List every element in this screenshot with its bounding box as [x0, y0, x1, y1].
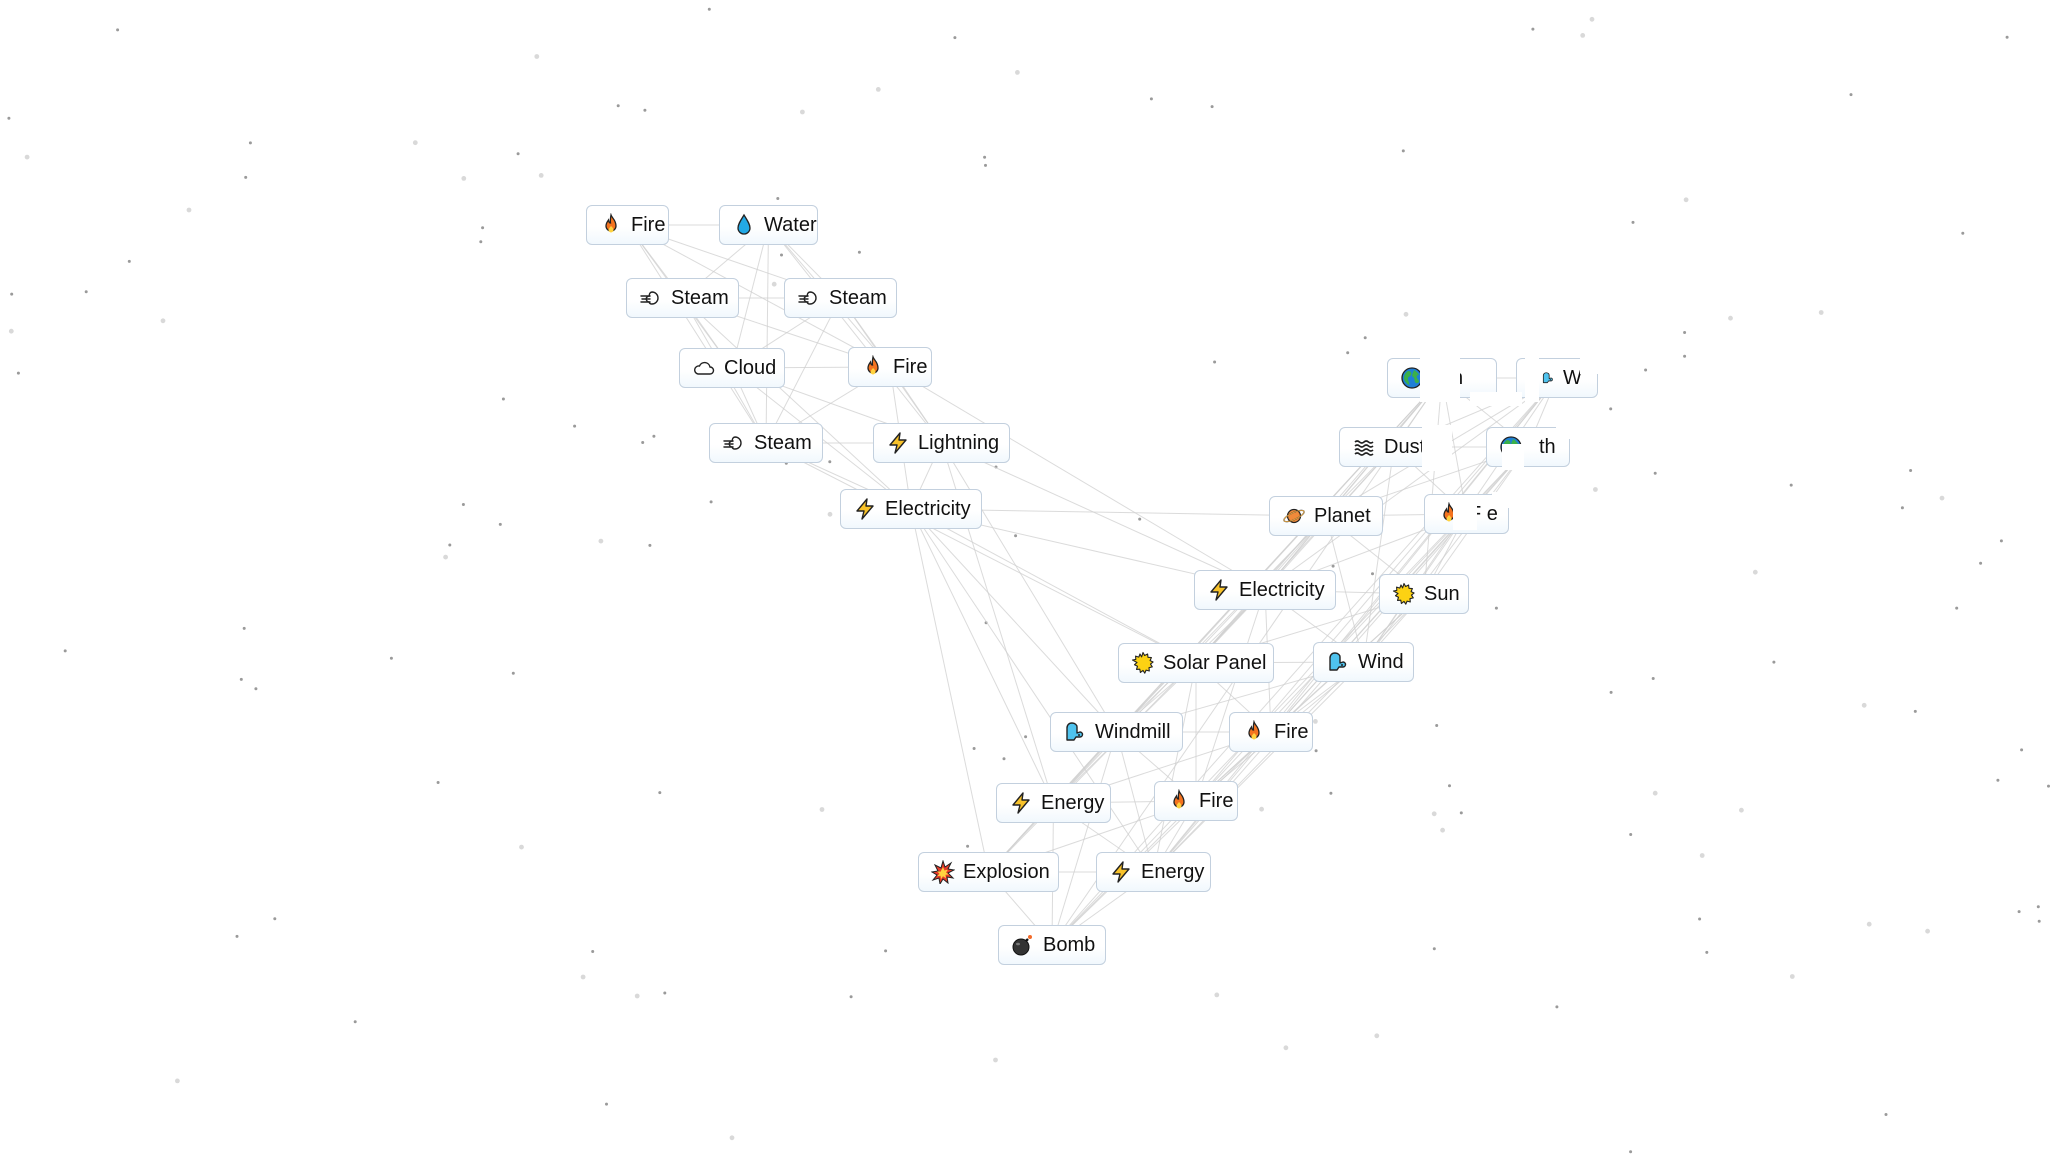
element-wind[interactable]: Wind: [1313, 642, 1414, 682]
lightning-icon: [1207, 578, 1231, 602]
element-label: Solar Panel: [1163, 651, 1267, 674]
element-label: Fire: [893, 355, 928, 378]
connection-line: [1051, 731, 1272, 946]
element-label: Bomb: [1043, 933, 1096, 956]
connection-line: [768, 224, 942, 444]
element-lightning[interactable]: Lightning: [873, 423, 1010, 463]
connection-line: [765, 442, 1197, 664]
connection-line: [910, 508, 989, 873]
connection-line: [910, 508, 1197, 664]
element-fire[interactable]: Fire: [1229, 712, 1313, 752]
connection-line: [682, 297, 912, 510]
element-energy[interactable]: Energy: [1096, 852, 1211, 892]
element-windmill[interactable]: Windmill: [1050, 712, 1183, 752]
steam-icon: [639, 286, 663, 310]
element-planet[interactable]: Planet: [1269, 496, 1383, 536]
element-label: Explosion: [963, 860, 1050, 883]
element-steam[interactable]: Steam: [626, 278, 739, 318]
render-glitch-patch: [1492, 492, 1510, 508]
render-glitch-patch: [1470, 392, 1522, 406]
sun-icon: [1392, 582, 1416, 606]
connection-line: [765, 224, 769, 444]
water-drop-icon: [732, 213, 756, 237]
element-fire[interactable]: Fire: [586, 205, 669, 245]
dust-waves-icon: [1352, 435, 1376, 459]
connection-line: [627, 224, 767, 444]
lightning-icon: [1009, 791, 1033, 815]
lightning-icon: [853, 497, 877, 521]
element-energy[interactable]: Energy: [996, 783, 1111, 823]
element-steam[interactable]: Steam: [784, 278, 897, 318]
element-explosion[interactable]: Explosion: [918, 852, 1059, 892]
render-glitch-patch: [1502, 444, 1524, 470]
cloud-icon: [692, 356, 716, 380]
element-fire[interactable]: Fire: [1154, 781, 1238, 821]
element-label: Energy: [1041, 791, 1105, 814]
element-label: Steam: [754, 431, 812, 454]
connection-lines: [627, 224, 1558, 946]
element-label: Windmill: [1095, 720, 1171, 743]
element-label: Energy: [1141, 860, 1205, 883]
element-label: Steam: [829, 286, 887, 309]
render-glitch-patch: [1453, 496, 1477, 530]
steam-icon: [722, 431, 746, 455]
element-cloud[interactable]: Cloud: [679, 348, 785, 388]
connection-line: [1153, 661, 1364, 873]
wind-icon: [1326, 650, 1350, 674]
element-label: th: [1539, 435, 1556, 458]
wind-icon: [1063, 720, 1087, 744]
planet-icon: [1282, 504, 1306, 528]
element-label: Wind: [1358, 650, 1404, 673]
lightning-icon: [886, 431, 910, 455]
render-glitch-patch: [1420, 356, 1460, 402]
connection-line: [889, 366, 1266, 591]
fire-icon: [1167, 789, 1191, 813]
element-label: Fire: [1199, 789, 1234, 812]
sun-icon: [1131, 651, 1155, 675]
element-electricity[interactable]: Electricity: [1194, 570, 1336, 610]
element-bomb[interactable]: Bomb: [998, 925, 1106, 965]
element-label: Water: [764, 213, 817, 236]
element-label: Electricity: [885, 497, 971, 520]
fire-icon: [599, 213, 623, 237]
wind-icon: [1541, 366, 1555, 390]
element-sun[interactable]: Sun: [1379, 574, 1469, 614]
element-water[interactable]: Water: [719, 205, 818, 245]
element-electricity[interactable]: Electricity: [840, 489, 982, 529]
element-label: Sun: [1424, 582, 1460, 605]
lightning-icon: [1109, 860, 1133, 884]
element-label: Fire: [1274, 720, 1309, 743]
render-glitch-patch: [1422, 425, 1452, 471]
element-label: Lightning: [918, 431, 1000, 454]
element-solar-panel[interactable]: Solar Panel: [1118, 643, 1274, 683]
element-label: Cloud: [724, 356, 777, 379]
steam-icon: [797, 286, 821, 310]
element-fire[interactable]: Fire: [848, 347, 932, 387]
connection-line: [910, 508, 1117, 733]
element-label: Dust: [1384, 435, 1426, 458]
bomb-icon: [1011, 933, 1035, 957]
render-glitch-patch: [1580, 356, 1600, 374]
explosion-icon: [931, 860, 955, 884]
element-label: Steam: [671, 286, 729, 309]
fire-icon: [861, 355, 885, 379]
element-label: Electricity: [1239, 578, 1325, 601]
crafting-canvas[interactable]: Fire Water Steam Steam Cloud Fire Steam …: [0, 0, 2057, 1157]
render-glitch-patch: [1525, 356, 1539, 402]
element-label: Fire: [631, 213, 666, 236]
render-glitch-patch: [1556, 425, 1574, 439]
fire-icon: [1242, 720, 1266, 744]
element-steam[interactable]: Steam: [709, 423, 823, 463]
connection-line: [941, 442, 1266, 591]
element-label: Planet: [1314, 504, 1371, 527]
